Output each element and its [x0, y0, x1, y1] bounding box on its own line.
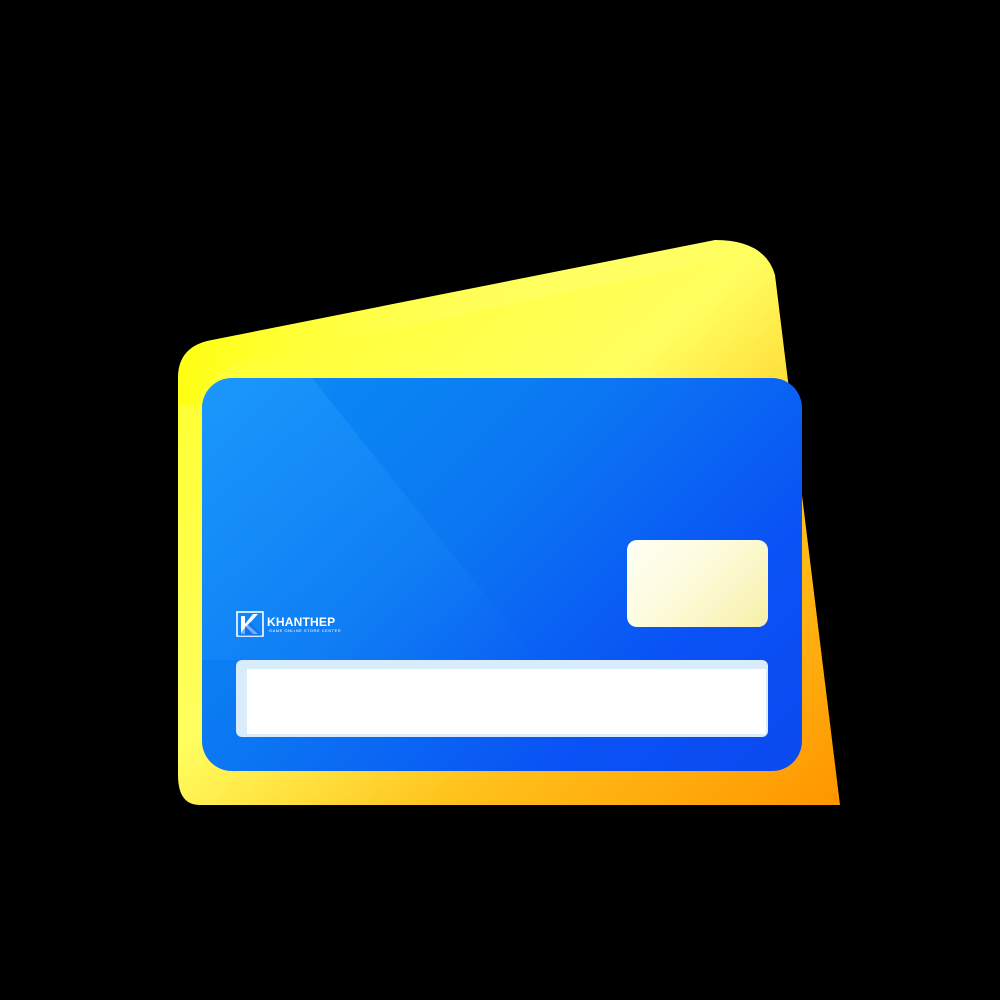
brand-tagline: GAME ONLINE STORE CENTER [269, 627, 342, 633]
brand-name: KHANTHEP [267, 614, 336, 629]
signature-stripe [247, 669, 766, 734]
front-card: KHANTHEP GAME ONLINE STORE CENTER [202, 378, 802, 771]
brand-logo: KHANTHEP GAME ONLINE STORE CENTER [236, 610, 341, 638]
khanthep-logo-icon [236, 611, 264, 637]
card-chip [627, 540, 768, 627]
card-illustration: KHANTHEP GAME ONLINE STORE CENTER [0, 0, 1000, 1000]
brand-text: KHANTHEP GAME ONLINE STORE CENTER [267, 616, 341, 633]
